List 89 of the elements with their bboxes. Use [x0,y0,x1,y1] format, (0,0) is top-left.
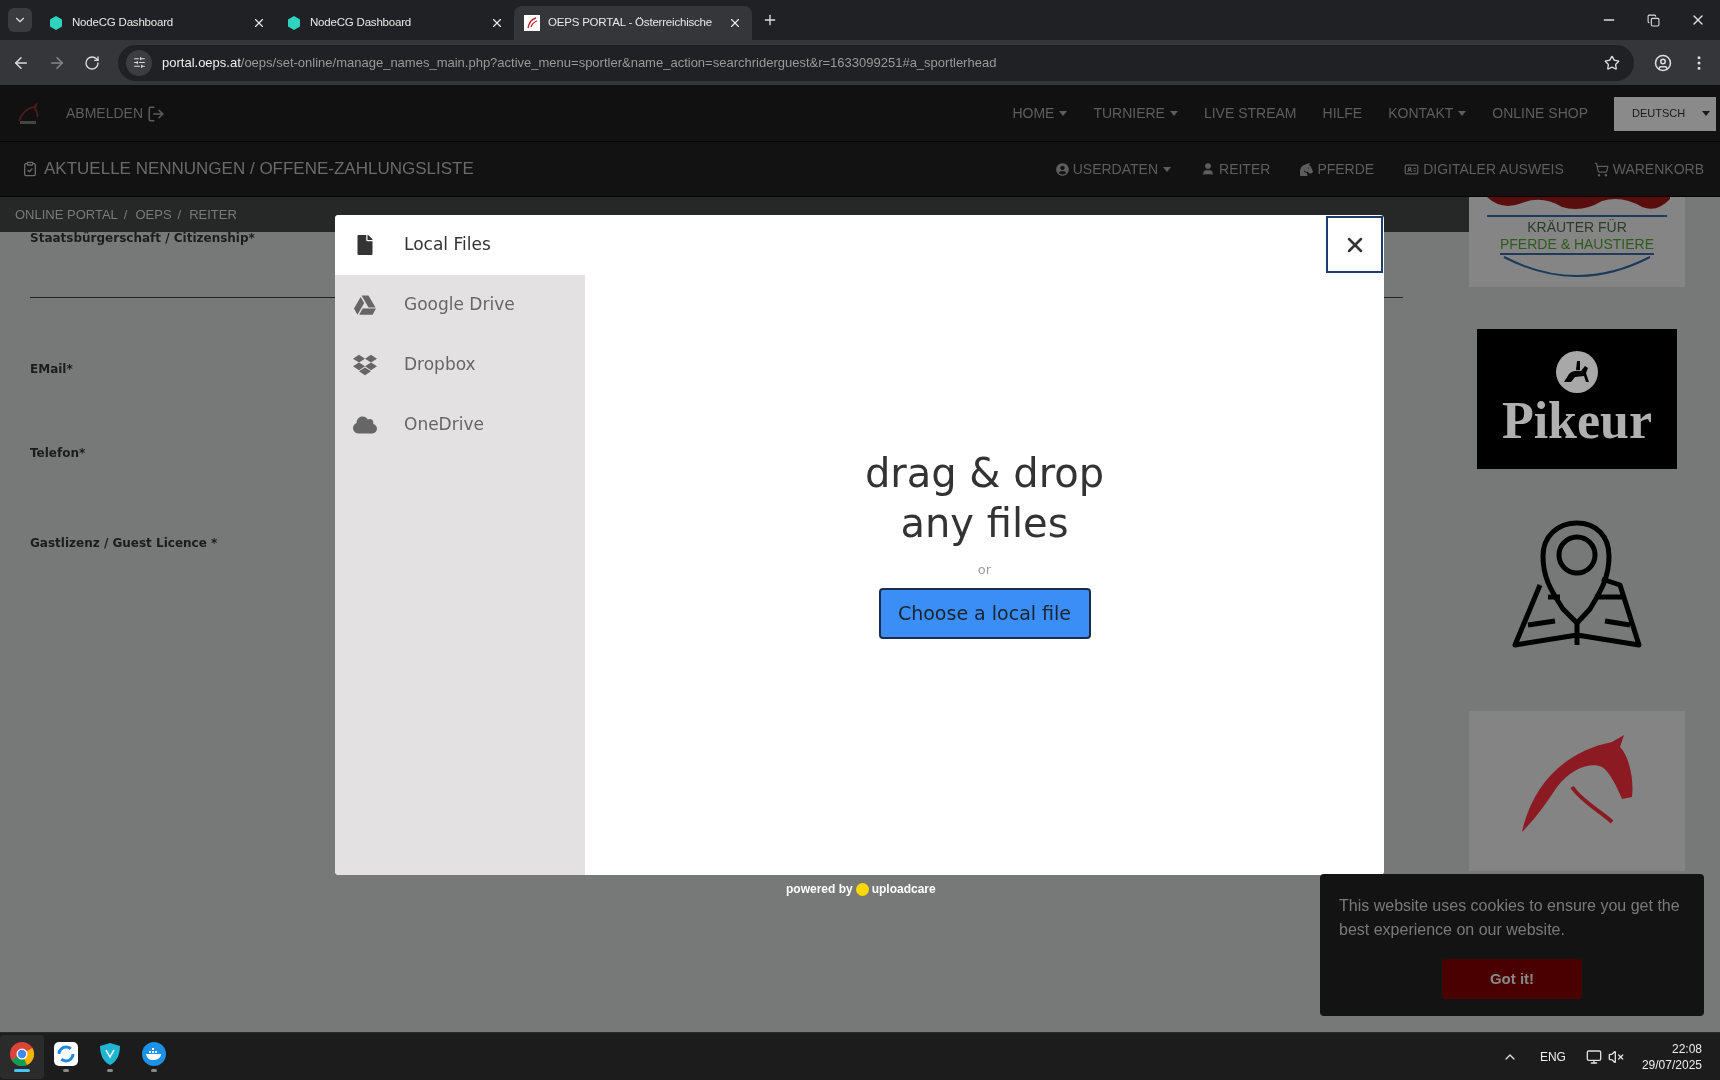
nav-link[interactable]: HOME [1012,103,1068,124]
browser-tab[interactable]: OEPS PORTAL - Österreichische [514,6,752,40]
drive-icon [352,294,378,316]
reload-icon[interactable] [84,54,100,71]
nav-link[interactable]: LIVE STREAM [1203,103,1297,124]
breadcrumb-separator: / [177,205,182,224]
herbs-ad[interactable]: KRÄUTER FÜR PFERDE & HAUSTIERE [1469,197,1685,287]
user-nav-link[interactable]: DIGITALER AUSWEIS [1404,158,1564,180]
profile-icon[interactable] [1654,53,1672,72]
page-title: AKTUELLE NENNUNGEN / OFFENE-ZAHLUNGSLISTE [44,158,474,181]
logout-link[interactable]: ABMELDEN [66,103,166,124]
hexagon-icon [48,15,64,31]
ad-tagline: PFERDE & HAUSTIERE [1500,236,1654,255]
network-icon[interactable] [1585,1048,1602,1065]
form-label: Gastlizenz / Guest Licence * [30,535,218,552]
shield-icon[interactable] [98,1041,122,1066]
source-label: Local Files [404,233,491,257]
nav-link[interactable]: ONLINE SHOP [1492,103,1588,124]
hexagon-icon [286,15,302,31]
rider-emblem-icon [1555,350,1599,394]
form-label: Telefon* [30,445,86,462]
date-text: 29/07/2025 [1641,1056,1702,1073]
sync-app-icon[interactable] [54,1041,78,1066]
close-icon[interactable] [252,16,266,30]
site-info-icon[interactable] [126,49,152,76]
close-icon[interactable] [490,16,504,30]
url-text: portal.oeps.at/oeps/set-online/manage_names_main.php?active_menu=sportler&name_action=searchriderguest&r=1633099251#a_sportlerhead [162,53,998,72]
tab-title: OEPS PORTAL - Österreichische [548,15,713,31]
close-button[interactable] [1326,216,1383,273]
source-label: Google Drive [404,293,515,317]
chrome-icon[interactable] [10,1041,34,1066]
horse-logo-ad[interactable] [1469,711,1685,871]
or-text: or [977,561,992,579]
clock[interactable]: 22:08 29/07/2025 [1641,1040,1702,1073]
restore-icon[interactable] [1647,13,1660,27]
form-label: Staatsbürgerschaft / Citizenship* [30,230,255,247]
nav-link[interactable]: HILFE [1322,103,1363,124]
user-nav-link[interactable]: PFERDE [1300,158,1375,180]
breadcrumb-link[interactable]: ONLINE PORTAL [15,204,118,225]
tab-title: NodeCG Dashboard [310,15,412,31]
brand-logo-text: Pikeur [1501,394,1653,448]
caret-icon [1702,111,1710,116]
user-nav-link[interactable]: USERDATEN [1055,158,1172,180]
horse-logo-icon [524,15,540,31]
user-nav-link[interactable]: REITER [1201,158,1271,180]
source-label: OneDrive [404,413,484,437]
breadcrumb-link[interactable]: REITER [189,204,237,225]
browser-tab[interactable]: NodeCG Dashboard [276,6,514,40]
user-nav-link[interactable]: WARENKORB [1593,158,1704,180]
powered-by-text: powered by [786,881,853,898]
tab-title: NodeCG Dashboard [72,15,174,31]
source-item[interactable]: OneDrive [335,395,585,455]
breadcrumb-separator: / [123,205,128,224]
brand-name[interactable]: uploadcare [871,880,936,898]
language-indicator[interactable]: ENG [1539,1047,1566,1066]
horse-head-icon [1300,162,1314,176]
arc-icon [1502,255,1652,277]
id-card-icon [1404,161,1420,177]
tab-list-button[interactable] [8,8,32,32]
ad-tagline: KRÄUTER FÜR [1527,219,1627,236]
got-it-button[interactable]: Got it! [1442,959,1582,999]
new-tab-icon[interactable] [762,12,778,28]
choose-file-button[interactable]: Choose a local file [878,587,1091,639]
nav-link[interactable]: KONTAKT [1388,103,1467,124]
logout-icon [147,104,166,123]
cart-icon [1593,161,1609,177]
source-item[interactable]: Google Drive [335,275,585,335]
source-item[interactable]: Local Files [335,215,585,275]
language-select[interactable]: DEUTSCH [1614,96,1716,131]
breadcrumb-link[interactable]: OEPS [135,204,172,225]
mute-icon[interactable] [1607,1048,1624,1065]
form-label: EMail* [30,361,73,378]
whale-icon[interactable] [142,1041,166,1066]
browser-tab[interactable]: NodeCG Dashboard [38,6,276,40]
user-icon [1201,162,1216,176]
taskbar-app[interactable] [0,1034,44,1079]
bookmark-star-icon[interactable] [1604,54,1620,71]
clipboard-icon [22,161,38,177]
cookie-message: This website uses cookies to ensure you get the best experience on our website. [1339,896,1681,940]
pikeur-ad[interactable]: Pikeur [1477,329,1677,469]
drop-heading: drag & drop [864,449,1105,498]
close-icon[interactable] [728,16,742,30]
address-bar[interactable]: portal.oeps.at/oeps/set-online/manage_names_main.php?active_menu=sportler&name_action=searchriderguest&r=1633099251#a_sportlerhead [118,44,1634,81]
nav-link[interactable]: TURNIERE [1093,103,1178,124]
source-label: Dropbox [404,353,476,377]
time-text: 22:08 [1671,1040,1702,1057]
dropbox-icon [352,353,378,377]
source-item[interactable]: Dropbox [335,335,585,395]
drop-heading: any files [900,499,1069,548]
